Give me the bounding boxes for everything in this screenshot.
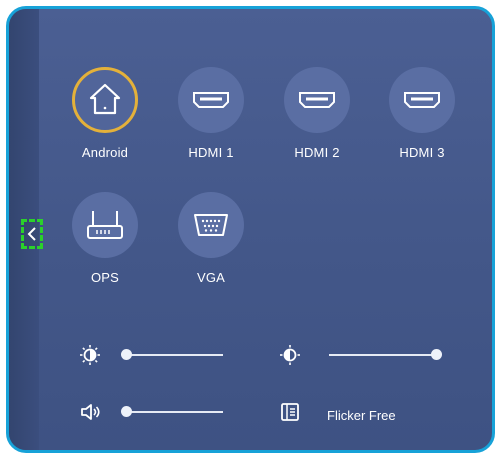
brightness-icon [79, 344, 101, 366]
source-hdmi3[interactable]: HDMI 3 [377, 67, 467, 160]
hdmi-icon [404, 92, 440, 108]
input-source-panel: Android HDMI 1 HDMI 2 HDMI 3 OPS VGA Fli… [6, 6, 495, 453]
contrast-slider[interactable] [327, 345, 443, 365]
flicker-free-label[interactable]: Flicker Free [327, 408, 396, 423]
source-android-label: Android [81, 145, 129, 160]
contrast-slider-track [329, 354, 435, 356]
source-hdmi3-label: HDMI 3 [399, 145, 445, 160]
source-hdmi3-circle [389, 67, 455, 133]
volume-slider-track [127, 411, 223, 413]
chevron-left-icon [27, 227, 36, 241]
source-ops-circle [72, 192, 138, 258]
source-hdmi2-label: HDMI 2 [294, 145, 340, 160]
hdmi-icon [299, 92, 335, 108]
hdmi-icon [193, 92, 229, 108]
source-vga-label: VGA [196, 270, 226, 285]
source-vga-circle [178, 192, 244, 258]
source-ops-label: OPS [90, 270, 120, 285]
volume-slider[interactable] [121, 402, 227, 422]
source-android[interactable]: Android [60, 67, 150, 160]
flicker-free-icon[interactable] [279, 401, 301, 423]
brightness-slider-knob[interactable] [121, 349, 132, 360]
source-hdmi2[interactable]: HDMI 2 [272, 67, 362, 160]
router-icon [87, 211, 123, 239]
source-hdmi2-circle [284, 67, 350, 133]
home-icon [89, 83, 121, 115]
source-hdmi1[interactable]: HDMI 1 [166, 67, 256, 160]
source-ops[interactable]: OPS [60, 192, 150, 285]
source-android-circle [72, 67, 138, 133]
brightness-slider-track [127, 354, 223, 356]
vga-icon [194, 214, 228, 236]
source-hdmi1-circle [178, 67, 244, 133]
speaker-icon [79, 401, 103, 423]
collapse-panel-button[interactable] [21, 219, 43, 249]
source-hdmi1-label: HDMI 1 [188, 145, 234, 160]
source-vga[interactable]: VGA [166, 192, 256, 285]
contrast-icon [279, 344, 301, 366]
contrast-slider-knob[interactable] [431, 349, 442, 360]
volume-slider-knob[interactable] [121, 406, 132, 417]
brightness-slider[interactable] [121, 345, 227, 365]
